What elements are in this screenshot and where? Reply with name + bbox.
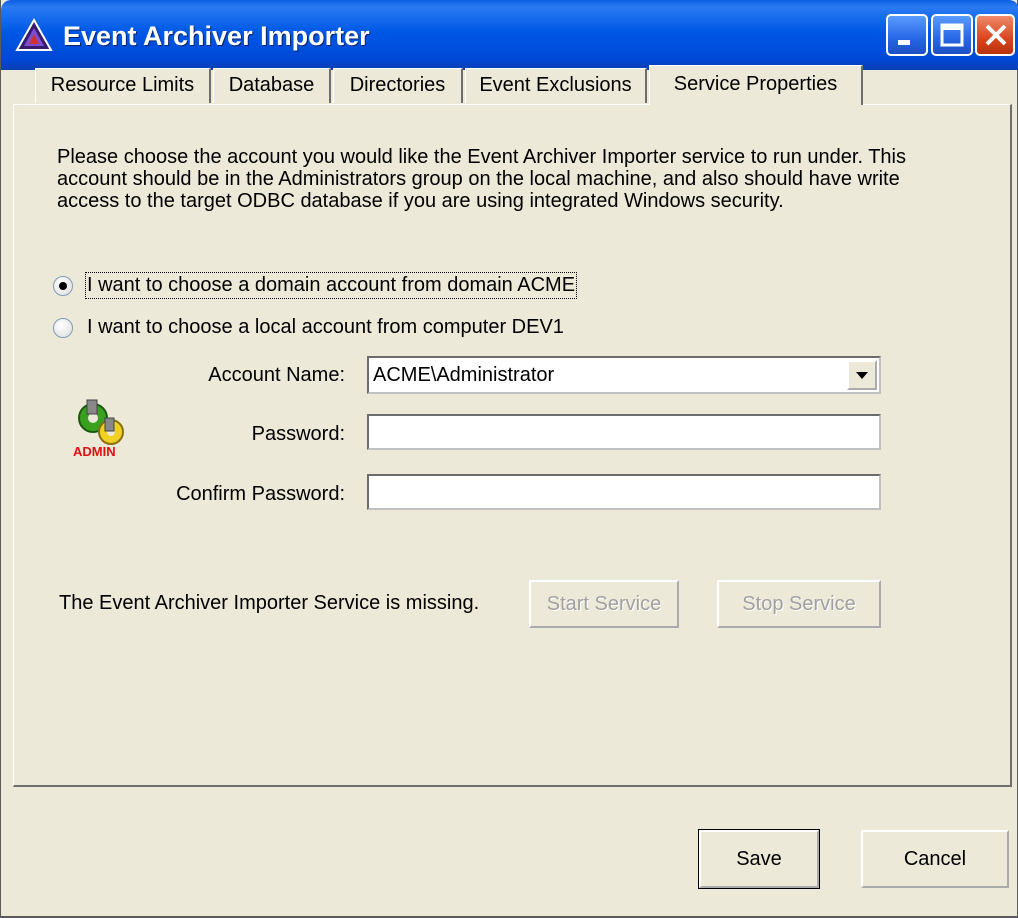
tab-service-properties[interactable]: Service Properties xyxy=(649,65,863,105)
local-account-label[interactable]: I want to choose a local account from co… xyxy=(87,316,564,339)
window-title: Event Archiver Importer xyxy=(63,21,370,51)
tab-event-exclusions[interactable]: Event Exclusions xyxy=(465,68,647,103)
admin-icon-caption: ADMIN xyxy=(73,444,116,458)
account-name-value: ACME\Administrator xyxy=(373,364,555,386)
minimize-icon xyxy=(898,40,910,45)
maximize-icon xyxy=(940,23,964,47)
password-label: Password: xyxy=(251,423,345,445)
domain-account-label[interactable]: I want to choose a domain account from d… xyxy=(84,272,578,299)
account-name-label: Account Name: xyxy=(208,364,345,386)
service-status-text: The Event Archiver Importer Service is m… xyxy=(59,592,480,614)
confirm-password-field[interactable] xyxy=(367,474,881,510)
tab-directories[interactable]: Directories xyxy=(333,68,463,103)
local-account-radio[interactable] xyxy=(53,318,73,338)
account-description: Please choose the account you would like… xyxy=(57,146,906,212)
dropdown-button[interactable] xyxy=(847,360,877,390)
stop-service-button[interactable]: Stop Service xyxy=(717,580,881,628)
cancel-button[interactable]: Cancel xyxy=(861,830,1009,888)
title-bar[interactable]: Event Archiver Importer xyxy=(1,0,1018,70)
close-icon xyxy=(985,24,1007,46)
save-button[interactable]: Save xyxy=(698,829,820,889)
close-button[interactable] xyxy=(975,14,1015,56)
minimize-button[interactable] xyxy=(886,14,928,56)
tab-resource-limits[interactable]: Resource Limits xyxy=(35,68,211,103)
start-service-button[interactable]: Start Service xyxy=(529,580,679,628)
account-name-dropdown[interactable]: ACME\Administrator xyxy=(367,356,881,394)
event-archiver-importer-window: Event Archiver Importer Resource Limits … xyxy=(0,0,1018,918)
chevron-down-icon xyxy=(856,372,868,379)
password-field[interactable] xyxy=(367,414,881,450)
tab-database[interactable]: Database xyxy=(213,68,331,103)
confirm-password-label: Confirm Password: xyxy=(176,483,345,505)
domain-account-radio[interactable] xyxy=(53,276,73,296)
radio-selected-dot xyxy=(59,282,67,290)
app-logo-icon xyxy=(15,18,53,51)
maximize-button[interactable] xyxy=(931,14,973,56)
